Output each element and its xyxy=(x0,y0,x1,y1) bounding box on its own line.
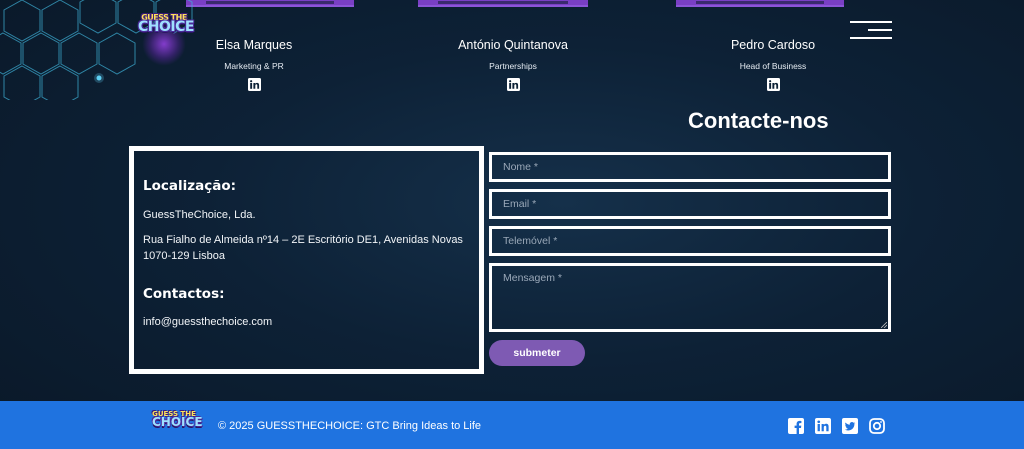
team-member-name: António Quintanova xyxy=(458,38,568,52)
copyright-text: © 2025 GUESSTHECHOICE: GTC Bring Ideas t… xyxy=(218,420,482,432)
email-input[interactable] xyxy=(489,189,891,219)
submit-button[interactable]: submeter xyxy=(489,340,585,366)
address-line: Rua Fialho de Almeida nº14 – 2E Escritór… xyxy=(143,234,463,246)
location-heading: Localização: xyxy=(143,178,236,194)
logo-text-bottom: CHOICE xyxy=(138,19,194,36)
linkedin-icon[interactable] xyxy=(247,78,261,91)
contacts-heading: Contactos: xyxy=(143,286,225,302)
instagram-icon[interactable] xyxy=(869,418,885,434)
team-member-card: António Quintanova Partnerships xyxy=(413,38,613,96)
team-member-name: Elsa Marques xyxy=(215,38,293,52)
name-input[interactable] xyxy=(489,152,891,182)
team-photo-strip xyxy=(676,0,844,7)
linkedin-icon[interactable] xyxy=(815,418,831,434)
logo-text-bottom: CHOICE xyxy=(152,415,203,430)
team-member-role: Marketing & PR xyxy=(224,61,284,71)
contact-email: info@guessthechoice.com xyxy=(143,316,273,328)
contact-section-title: Contacte-nos xyxy=(688,108,829,133)
message-textarea[interactable] xyxy=(489,263,891,332)
team-member-role: Head of Business xyxy=(739,61,807,71)
team-member-role: Partnerships xyxy=(489,61,537,71)
phone-input[interactable] xyxy=(489,226,891,256)
team-member-card: Elsa Marques Marketing & PR xyxy=(154,38,354,96)
footer-logo[interactable]: GUESS THE CHOICE xyxy=(152,410,203,441)
company-name: GuessTheChoice, Lda. xyxy=(143,209,256,221)
team-photo-strip xyxy=(418,0,588,7)
hamburger-menu-icon[interactable] xyxy=(850,21,892,39)
twitter-icon[interactable] xyxy=(842,418,858,434)
contact-info-box: Localização: GuessTheChoice, Lda. Rua Fi… xyxy=(129,146,484,374)
team-member-card: Pedro Cardoso Head of Business xyxy=(673,38,873,96)
facebook-icon[interactable] xyxy=(788,418,804,434)
address-postal: 1070-129 Lisboa xyxy=(143,250,225,262)
linkedin-icon[interactable] xyxy=(506,78,520,91)
linkedin-icon[interactable] xyxy=(766,78,780,91)
site-footer: GUESS THE CHOICE © 2025 GUESSTHECHOICE: … xyxy=(0,401,1024,449)
team-member-name: Pedro Cardoso xyxy=(730,38,816,52)
resize-handle-icon[interactable] xyxy=(881,322,887,328)
